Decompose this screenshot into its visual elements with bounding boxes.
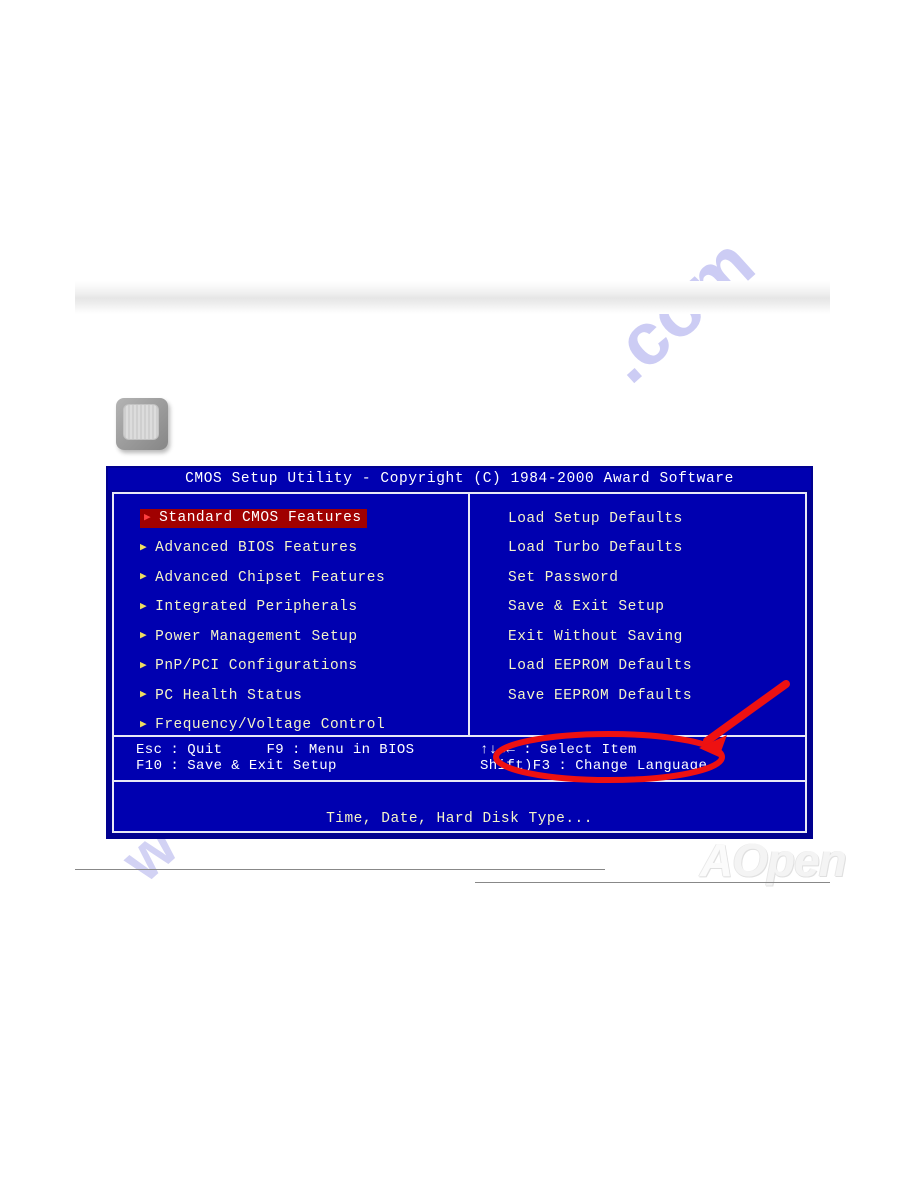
menu-item-save-and-exit-setup[interactable]: Save & Exit Setup	[470, 593, 805, 623]
chevron-right-icon: ▶	[144, 511, 152, 524]
chevron-right-icon: ▶	[140, 630, 148, 643]
menu-item-label: PnP/PCI Configurations	[155, 658, 358, 675]
key-hint-f9-action: Menu in BIOS	[308, 742, 415, 758]
menu-item-label: Load Setup Defaults	[508, 510, 683, 527]
key-hint-shift-f3-action: Change Language	[575, 758, 708, 774]
horizontal-rule-left	[75, 869, 605, 870]
menu-item-label: PC Health Status	[155, 687, 303, 704]
key-hint-separator: :	[170, 742, 180, 758]
menu-item-label: Frequency/Voltage Control	[155, 717, 386, 734]
key-hint-separator: :	[170, 758, 180, 774]
keycap-inner	[123, 404, 159, 440]
menu-item-advanced-bios-features[interactable]: ▶ Advanced BIOS Features	[114, 534, 468, 564]
bios-left-menu: ▶ Standard CMOS Features ▶ Advanced BIOS…	[114, 494, 468, 735]
menu-item-standard-cmos-features[interactable]: ▶ Standard CMOS Features	[114, 504, 468, 534]
key-hint-shift-f3-key: Shift)F3	[480, 758, 551, 774]
bios-key-hint-bar: Esc: Quit F9: Menu in BIOS F10: Save & Exit …	[114, 735, 805, 782]
chevron-right-icon: ▶	[140, 541, 148, 554]
menu-item-label: Load Turbo Defaults	[508, 540, 683, 557]
arrow-keys-icon: ↑↓→←	[480, 742, 516, 758]
key-hints-right: ↑↓→←: Select Item Shift)F3: Change Languag…	[468, 737, 805, 780]
menu-item-label: Set Password	[508, 569, 619, 586]
key-hint-f9-key: F9	[266, 742, 285, 758]
menu-item-pnp-pci-configurations[interactable]: ▶ PnP/PCI Configurations	[114, 652, 468, 682]
menu-item-label: Exit Without Saving	[508, 628, 683, 645]
key-hint-arrows-action: Select Item	[540, 742, 637, 758]
bios-title-bar: CMOS Setup Utility - Copyright (C) 1984-…	[108, 468, 811, 490]
top-banner-bar	[75, 281, 830, 314]
menu-item-advanced-chipset-features[interactable]: ▶ Advanced Chipset Features	[114, 563, 468, 593]
key-hint-esc-action: Quit	[187, 742, 223, 758]
menu-item-load-setup-defaults[interactable]: Load Setup Defaults	[470, 504, 805, 534]
menu-item-label: Advanced Chipset Features	[155, 569, 386, 586]
menu-item-label: Integrated Peripherals	[155, 599, 358, 616]
key-hint-esc-key: Esc	[136, 742, 163, 758]
chevron-right-icon: ▶	[140, 718, 148, 731]
key-hint-shift-f3: Shift)F3: Change Language	[480, 758, 805, 774]
menu-item-integrated-peripherals[interactable]: ▶ Integrated Peripherals	[114, 593, 468, 623]
menu-item-load-eeprom-defaults[interactable]: Load EEPROM Defaults	[470, 652, 805, 682]
bios-right-menu: Load Setup Defaults Load Turbo Defaults …	[468, 494, 805, 735]
key-hint-arrows: ↑↓→←: Select Item	[480, 742, 805, 758]
key-hint-esc: Esc: Quit F9: Menu in BIOS	[136, 742, 468, 758]
menu-item-label: Save & Exit Setup	[508, 599, 665, 616]
menu-item-load-turbo-defaults[interactable]: Load Turbo Defaults	[470, 534, 805, 564]
key-hint-separator: :	[523, 742, 533, 758]
chevron-right-icon: ▶	[140, 600, 148, 613]
aopen-logo-mark: A	[700, 834, 733, 886]
key-hints-left: Esc: Quit F9: Menu in BIOS F10: Save & Exit …	[114, 737, 468, 780]
key-hint-separator: :	[292, 742, 301, 758]
menu-item-exit-without-saving[interactable]: Exit Without Saving	[470, 622, 805, 652]
bios-menu-area: ▶ Standard CMOS Features ▶ Advanced BIOS…	[114, 494, 805, 735]
aopen-logo: AOpen	[700, 833, 847, 887]
chevron-right-icon: ▶	[140, 689, 148, 702]
chevron-right-icon: ▶	[140, 571, 148, 584]
bios-setup-window: CMOS Setup Utility - Copyright (C) 1984-…	[106, 466, 813, 839]
chevron-right-icon: ▶	[140, 659, 148, 672]
key-hint-separator: :	[558, 758, 568, 774]
menu-item-label: Advanced BIOS Features	[155, 540, 358, 557]
keyboard-key-icon	[116, 398, 168, 450]
menu-item-set-password[interactable]: Set Password	[470, 563, 805, 593]
menu-item-label: Load EEPROM Defaults	[508, 658, 693, 675]
menu-item-save-eeprom-defaults[interactable]: Save EEPROM Defaults	[470, 681, 805, 711]
menu-item-label: Power Management Setup	[155, 628, 358, 645]
key-hint-f10: F10: Save & Exit Setup	[136, 758, 468, 774]
horizontal-rule-right	[475, 882, 830, 883]
aopen-logo-text: Open	[732, 834, 847, 886]
menu-item-pc-health-status[interactable]: ▶ PC Health Status	[114, 681, 468, 711]
key-hint-f10-key: F10	[136, 758, 163, 774]
menu-item-power-management-setup[interactable]: ▶ Power Management Setup	[114, 622, 468, 652]
menu-item-label: Save EEPROM Defaults	[508, 687, 693, 704]
key-hint-f10-action: Save & Exit Setup	[187, 758, 337, 774]
menu-item-label: Standard CMOS Features	[159, 510, 362, 527]
bios-inner-frame: ▶ Standard CMOS Features ▶ Advanced BIOS…	[112, 492, 807, 833]
